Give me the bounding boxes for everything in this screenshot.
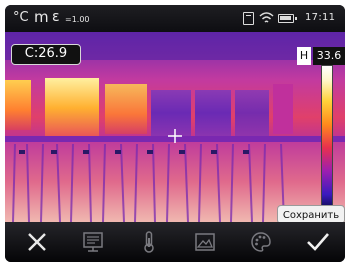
bottom-toolbar: [5, 222, 345, 262]
palette-button[interactable]: [241, 222, 281, 262]
emissivity-symbol[interactable]: ε: [52, 9, 60, 25]
close-icon: [28, 233, 46, 251]
close-button[interactable]: [17, 222, 57, 262]
measurement-button[interactable]: [129, 222, 169, 262]
save-button[interactable]: Сохранить: [277, 205, 345, 222]
emissivity-value: =1.00: [65, 15, 90, 24]
confirm-button[interactable]: [297, 222, 337, 262]
scale-mode-label[interactable]: H: [297, 47, 311, 65]
checkmark-icon: [307, 233, 329, 251]
report-button[interactable]: [73, 222, 113, 262]
wifi-icon: [259, 12, 274, 23]
sd-card-icon: [243, 12, 254, 25]
temperature-unit-label[interactable]: °C: [13, 10, 29, 25]
image-mode-button[interactable]: [185, 222, 225, 262]
clock: 17:11: [305, 12, 336, 23]
center-temperature-readout: C:26.9: [11, 44, 81, 65]
scale-max-temperature: 33.6: [313, 47, 345, 65]
report-icon: [83, 232, 103, 252]
distance-unit-label[interactable]: m: [34, 8, 49, 26]
camera-screen: °C m ε =1.00 17:11 C:26.9 H 33.6 Сохрани…: [5, 5, 345, 262]
status-bar: °C m ε =1.00 17:11: [5, 5, 345, 32]
battery-icon: [278, 14, 297, 23]
color-palette-bar: [321, 65, 333, 213]
image-icon: [195, 233, 215, 251]
thermometer-icon: [144, 231, 154, 253]
crosshair-icon: [168, 129, 182, 143]
temperature-scale: H 33.6: [289, 47, 345, 219]
thermal-image-view[interactable]: C:26.9 H 33.6 Сохранить: [5, 32, 345, 222]
palette-icon: [251, 232, 271, 252]
